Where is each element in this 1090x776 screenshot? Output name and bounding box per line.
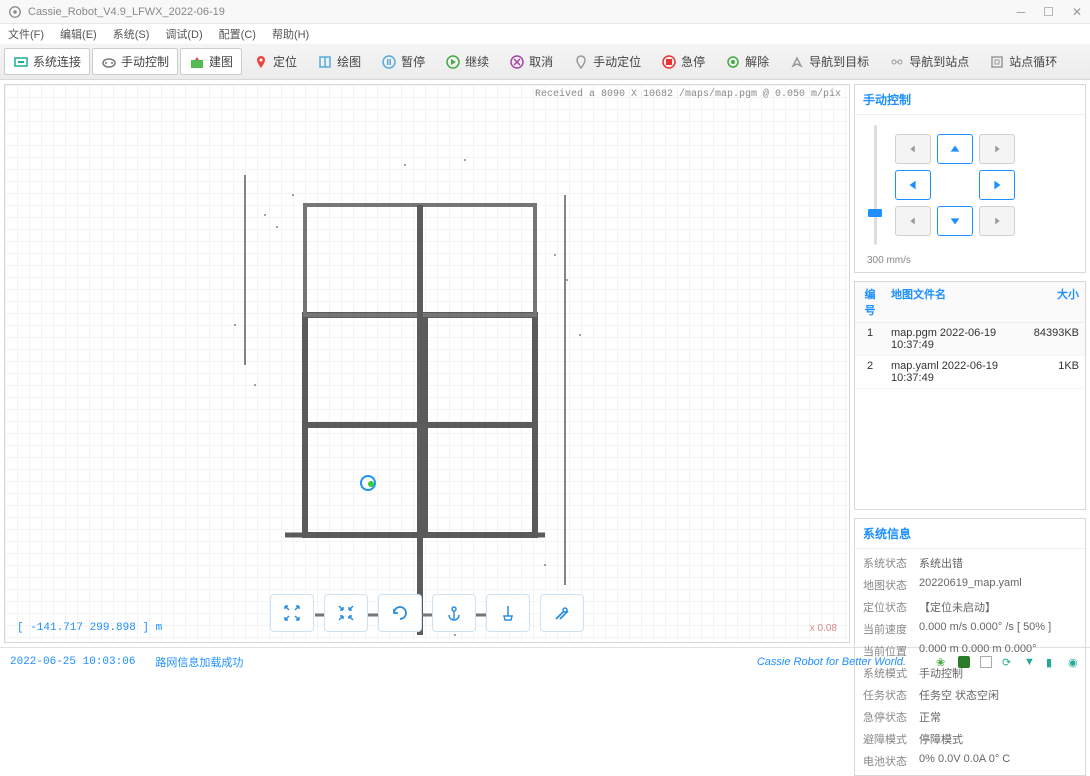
task-value: 任务空 状态空闲 — [919, 687, 1077, 703]
nav-point-button[interactable]: 导航到站点 — [880, 48, 978, 75]
main-area: Received a 8090 X 10682 /maps/map.pgm @ … — [0, 80, 1090, 647]
pin-icon — [253, 54, 269, 70]
menu-file[interactable]: 文件(F) — [8, 26, 44, 42]
locate-status-value: 【定位未启动】 — [919, 599, 1077, 615]
unlock-icon — [725, 54, 741, 70]
speed-slider[interactable] — [865, 125, 885, 245]
robot-position-marker — [360, 475, 376, 491]
nav-target-icon — [789, 54, 805, 70]
chip-icon — [958, 656, 970, 668]
direction-pad — [895, 125, 1015, 245]
app-icon — [8, 5, 22, 19]
menubar: 文件(F) 编辑(E) 系统(S) 调试(D) 配置(C) 帮助(H) — [0, 24, 1090, 44]
wifi-icon: ◉ — [1068, 656, 1080, 668]
loop-points-button[interactable]: 站点循环 — [980, 48, 1066, 75]
rotate-left-button[interactable] — [895, 134, 931, 164]
build-map-button[interactable]: 建图 — [180, 48, 242, 75]
brush-icon[interactable] — [486, 594, 530, 632]
sys-status-value: 系统出错 — [919, 555, 1077, 571]
window-title: Cassie_Robot_V4.9_LFWX_2022-06-19 — [28, 6, 1017, 18]
signal-icon: ▮ — [1046, 656, 1058, 668]
map-tools — [270, 594, 584, 632]
map-file-table: 编号 地图文件名 大小 1 map.pgm 2022-06-19 10:37:4… — [854, 281, 1086, 510]
connect-button[interactable]: 系统连接 — [4, 48, 90, 75]
manual-control-title: 手动控制 — [855, 85, 1085, 115]
map-canvas — [5, 85, 849, 642]
speed-value: 300 mm/s — [855, 255, 1085, 272]
map-status-value: 20220619_map.yaml — [919, 577, 1077, 593]
close-button[interactable]: ✕ — [1072, 5, 1082, 19]
menu-config[interactable]: 配置(C) — [219, 26, 256, 42]
unlock-button[interactable]: 解除 — [716, 48, 778, 75]
status-icons: ❀ ⟳ ▼ ▮ ◉ — [936, 656, 1080, 668]
leaf-icon: ❀ — [936, 656, 948, 668]
table-row[interactable]: 2 map.yaml 2022-06-19 10:37:49 1KB — [855, 356, 1085, 389]
menu-edit[interactable]: 编辑(E) — [60, 26, 97, 42]
left-button[interactable] — [895, 170, 931, 200]
rotate-right-alt-button[interactable] — [979, 206, 1015, 236]
play-icon — [445, 54, 461, 70]
coordinate-readout: [ -141.717 299.898 ] m — [17, 622, 162, 634]
tools-icon[interactable] — [540, 594, 584, 632]
locate-button[interactable]: 定位 — [244, 48, 306, 75]
status-message: 路网信息加载成功 — [155, 654, 756, 670]
menu-system[interactable]: 系统(S) — [113, 26, 150, 42]
window-controls: ─ ☐ ✕ — [1017, 5, 1082, 19]
battery-icon — [980, 656, 992, 668]
sync-icon: ⟳ — [1002, 656, 1014, 668]
resume-button[interactable]: 继续 — [436, 48, 498, 75]
status-timestamp: 2022-06-25 10:03:06 — [10, 656, 135, 668]
battery-value: 0% 0.0V 0.0A 0° C — [919, 753, 1077, 769]
right-panel: 手动控制 300 mm/s — [854, 84, 1086, 643]
contract-icon[interactable] — [324, 594, 368, 632]
stop-icon — [661, 54, 677, 70]
download-icon: ▼ — [1024, 656, 1036, 668]
zoom-level: x 0.08 — [810, 623, 837, 634]
pin-gray-icon — [573, 54, 589, 70]
book-icon — [317, 54, 333, 70]
system-info-panel: 系统信息 系统状态系统出错 地图状态20220619_map.yaml 定位状态… — [854, 518, 1086, 776]
estop-button[interactable]: 急停 — [652, 48, 714, 75]
connect-icon — [13, 54, 29, 70]
menu-debug[interactable]: 调试(D) — [165, 26, 202, 42]
status-slogan: Cassie Robot for Better World. — [757, 656, 906, 668]
manual-control-panel: 手动控制 300 mm/s — [854, 84, 1086, 273]
anchor-icon[interactable] — [432, 594, 476, 632]
col-filename: 地图文件名 — [885, 282, 1025, 322]
system-info-title: 系统信息 — [855, 519, 1085, 549]
backward-button[interactable] — [937, 206, 973, 236]
right-button[interactable] — [979, 170, 1015, 200]
nav-target-button[interactable]: 导航到目标 — [780, 48, 878, 75]
gamepad-icon — [101, 54, 117, 70]
map-build-icon — [189, 54, 205, 70]
rotate-left-alt-button[interactable] — [895, 206, 931, 236]
manual-locate-button[interactable]: 手动定位 — [564, 48, 650, 75]
expand-icon[interactable] — [270, 594, 314, 632]
nav-point-icon — [889, 54, 905, 70]
minimize-button[interactable]: ─ — [1017, 5, 1026, 19]
cancel-button[interactable]: 取消 — [500, 48, 562, 75]
pause-button[interactable]: 暂停 — [372, 48, 434, 75]
toolbar: 系统连接 手动控制 建图 定位 绘图 暂停 继续 取消 手动定位 急停 解除 导… — [0, 44, 1090, 80]
rotate-right-button[interactable] — [979, 134, 1015, 164]
slam-map-svg — [205, 135, 645, 643]
manual-control-button[interactable]: 手动控制 — [92, 48, 178, 75]
table-row[interactable]: 1 map.pgm 2022-06-19 10:37:49 84393KB — [855, 323, 1085, 356]
loop-icon — [989, 54, 1005, 70]
estop-value: 正常 — [919, 709, 1077, 725]
obstacle-value: 停障模式 — [919, 731, 1077, 747]
col-size: 大小 — [1025, 282, 1085, 322]
forward-button[interactable] — [937, 134, 973, 164]
map-view[interactable]: Received a 8090 X 10682 /maps/map.pgm @ … — [4, 84, 850, 643]
cancel-icon — [509, 54, 525, 70]
col-no: 编号 — [855, 282, 885, 322]
draw-button[interactable]: 绘图 — [308, 48, 370, 75]
speed-status-value: 0.000 m/s 0.000° /s [ 50% ] — [919, 621, 1077, 637]
rotate-icon[interactable] — [378, 594, 422, 632]
maximize-button[interactable]: ☐ — [1043, 5, 1054, 19]
pause-icon — [381, 54, 397, 70]
menu-help[interactable]: 帮助(H) — [272, 26, 309, 42]
titlebar: Cassie_Robot_V4.9_LFWX_2022-06-19 ─ ☐ ✕ — [0, 0, 1090, 24]
